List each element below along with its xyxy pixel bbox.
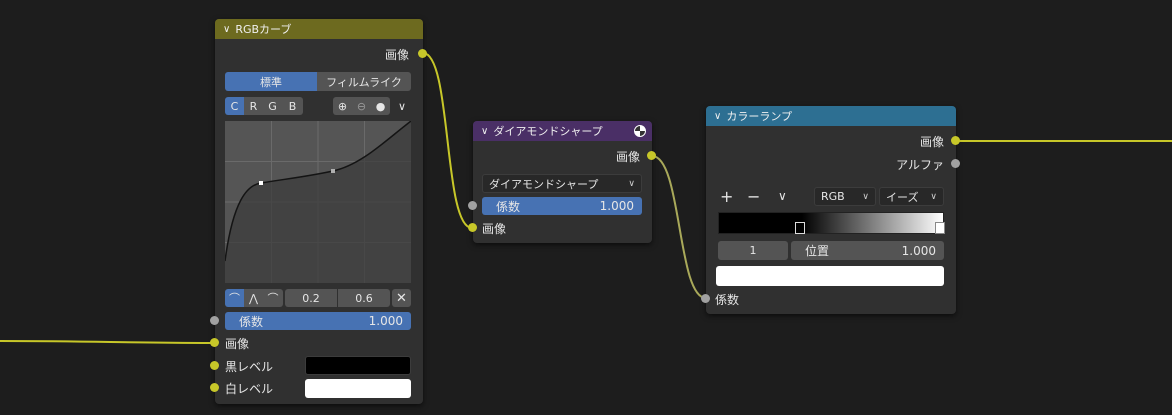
rgb-curves-node[interactable]: ∨ RGBカーブ 画像 標準 フィルムライク C R G B ⊕ ⊖ ● ∨ ⌒… <box>210 19 427 404</box>
zoom-out-icon[interactable]: ⊖ <box>352 97 371 115</box>
position-value: 1.000 <box>901 243 936 258</box>
link-input-to-curves <box>0 340 214 344</box>
white-level-color[interactable] <box>305 379 411 398</box>
ramp-stop-black[interactable] <box>795 222 805 234</box>
node-title: カラーランプ <box>726 110 792 123</box>
channel-c[interactable]: C <box>225 97 244 115</box>
image-output-socket[interactable] <box>418 49 427 58</box>
channel-b[interactable]: B <box>282 97 303 115</box>
tab-film-like[interactable]: フィルムライク <box>317 72 411 91</box>
ramp-stop-white[interactable] <box>935 222 945 234</box>
clip-max-field[interactable]: 0.6 <box>338 289 390 307</box>
chevron-down-icon: ∨ <box>862 191 869 202</box>
color-ramp-header[interactable]: ∨ カラーランプ <box>706 106 956 126</box>
output-image-label: 画像 <box>919 135 944 149</box>
image-output-socket[interactable] <box>951 136 960 145</box>
color-ramp-node[interactable]: ∨ カラーランプ 画像 アルファ + − ∨ RGB ∨ イーズ ∨ 1 位置 … <box>701 106 960 314</box>
add-stop-button[interactable]: + <box>720 187 733 206</box>
rgb-curves-header[interactable]: ∨ RGBカーブ <box>215 19 423 39</box>
collapse-chevron-icon[interactable]: ∨ <box>223 24 230 35</box>
factor-value: 1.000 <box>599 199 634 213</box>
ramp-menu-chevron-icon[interactable]: ∨ <box>778 189 787 203</box>
curve-editor[interactable] <box>225 121 411 283</box>
input-factor-label: 係数 <box>715 293 740 307</box>
clip-min-field[interactable]: 0.2 <box>285 289 337 307</box>
black-level-socket[interactable] <box>210 361 219 370</box>
curve-point-2 <box>331 169 335 173</box>
black-level-color[interactable] <box>305 356 411 375</box>
collapse-chevron-icon[interactable]: ∨ <box>714 111 721 122</box>
alpha-output-socket[interactable] <box>951 159 960 168</box>
image-output-socket[interactable] <box>647 151 656 160</box>
interpolation-value: イーズ <box>886 190 919 204</box>
stop-color-swatch[interactable] <box>716 266 944 286</box>
stop-index-field[interactable]: 1 <box>718 241 788 260</box>
close-icon[interactable]: ✕ <box>392 289 411 307</box>
color-mode-select[interactable]: RGB ∨ <box>814 187 876 206</box>
factor-value: 1.000 <box>368 314 403 328</box>
factor-field[interactable]: 係数 1.000 <box>225 312 411 330</box>
link-diamond-to-ramp <box>651 155 707 299</box>
collapse-chevron-icon[interactable]: ∨ <box>481 126 488 137</box>
image-input-socket[interactable] <box>468 223 477 232</box>
diamond-sharpen-node[interactable]: ∨ ダイアモンドシャープ 画像 ダイアモンドシャープ ∨ 係数 1.000 画像 <box>468 121 656 243</box>
dot-icon[interactable]: ● <box>371 97 390 115</box>
mode-select-value: ダイアモンドシャープ <box>489 177 599 191</box>
remove-stop-button[interactable]: − <box>747 187 760 206</box>
chevron-down-icon[interactable]: ∨ <box>393 97 411 115</box>
input-image-label: 画像 <box>482 222 507 236</box>
white-level-label: 白レベル <box>225 382 274 396</box>
factor-input-socket[interactable] <box>210 316 219 325</box>
chevron-down-icon: ∨ <box>930 191 937 202</box>
factor-input-socket[interactable] <box>468 201 477 210</box>
tab-standard[interactable]: 標準 <box>225 72 317 91</box>
channel-g[interactable]: G <box>263 97 282 115</box>
link-curves-to-diamond <box>422 52 473 229</box>
white-level-socket[interactable] <box>210 383 219 392</box>
zoom-in-icon[interactable]: ⊕ <box>333 97 352 115</box>
mode-select[interactable]: ダイアモンドシャープ ∨ <box>482 174 642 193</box>
channel-r[interactable]: R <box>244 97 263 115</box>
auto-handle-icon[interactable]: ⌒ <box>225 289 244 307</box>
preview-sphere-icon[interactable] <box>634 125 646 137</box>
factor-input-socket[interactable] <box>701 294 710 303</box>
color-mode-value: RGB <box>821 190 845 203</box>
vector-handle-icon[interactable]: ⋀ <box>244 289 263 307</box>
chevron-down-icon: ∨ <box>628 178 635 189</box>
output-alpha-label: アルファ <box>896 158 944 172</box>
auto-clamped-handle-icon[interactable]: ⌒ <box>263 289 283 307</box>
black-level-label: 黒レベル <box>225 360 274 374</box>
interpolation-select[interactable]: イーズ ∨ <box>879 187 944 206</box>
output-image-label: 画像 <box>384 48 409 62</box>
node-title: RGBカーブ <box>235 23 292 36</box>
position-field[interactable]: 位置 1.000 <box>791 241 944 260</box>
curve-point-1 <box>259 181 263 185</box>
output-image-label: 画像 <box>615 150 640 164</box>
node-title: ダイアモンドシャープ <box>493 125 603 138</box>
position-label: 位置 <box>805 244 830 258</box>
image-input-socket[interactable] <box>210 338 219 347</box>
factor-label: 係数 <box>496 199 521 214</box>
color-ramp-gradient[interactable] <box>718 212 944 234</box>
factor-label: 係数 <box>239 314 264 329</box>
factor-field[interactable]: 係数 1.000 <box>482 197 642 215</box>
diamond-sharpen-header[interactable]: ∨ ダイアモンドシャープ <box>473 121 652 141</box>
input-image-label: 画像 <box>225 337 250 351</box>
